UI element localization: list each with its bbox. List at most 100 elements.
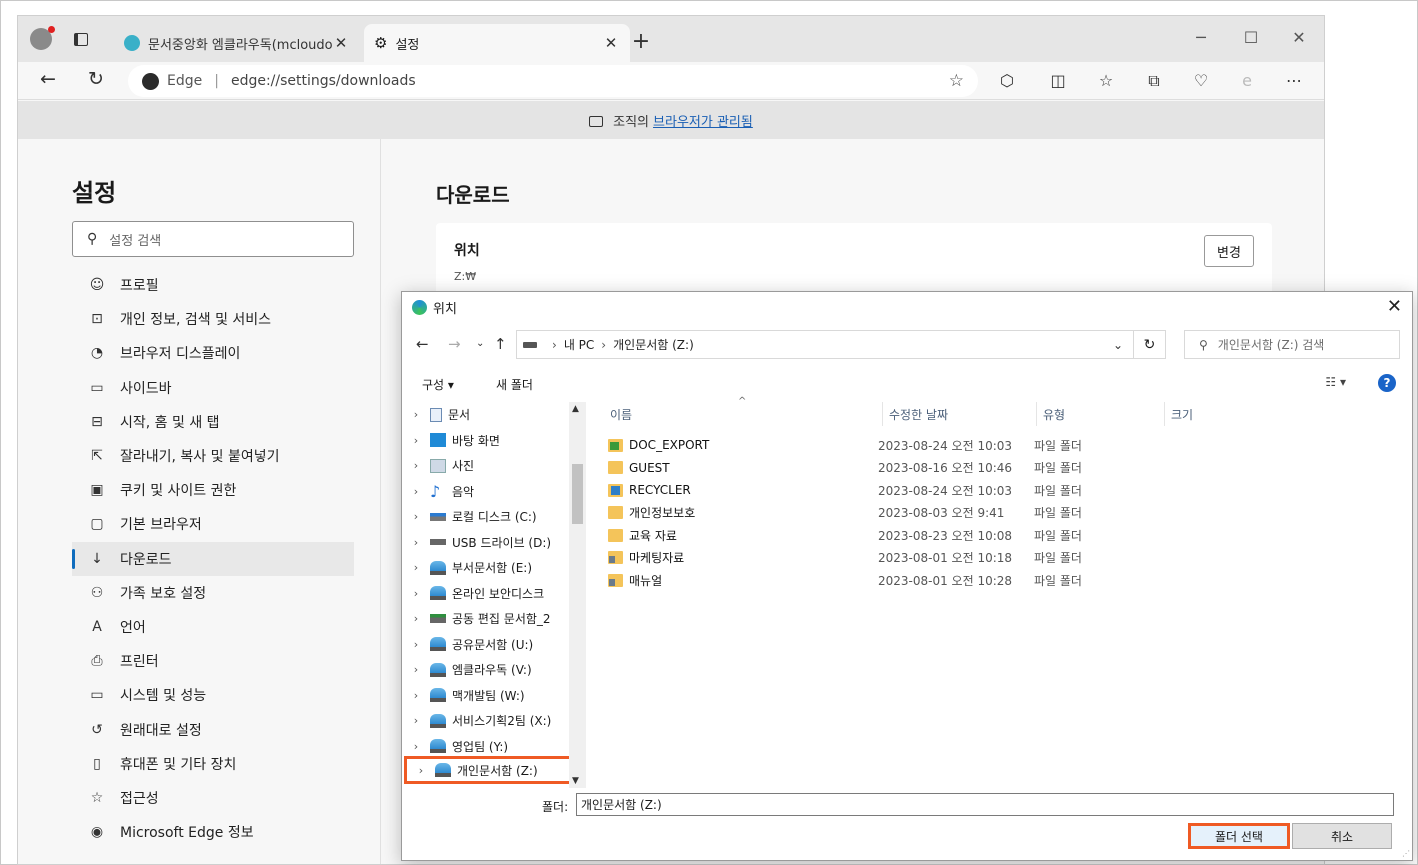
chevron-right-icon[interactable]: ›: [402, 459, 430, 472]
close-window-icon[interactable]: ✕: [1284, 28, 1314, 47]
tree-item[interactable]: › 서비스기획2팀 (X:): [402, 708, 572, 734]
file-row[interactable]: 마케팅자료 2023-08-01 오전 10:18 파일 폴더: [608, 547, 1168, 570]
sidebar-item-system[interactable]: ▭ 시스템 및 성능: [72, 678, 354, 712]
collections-icon[interactable]: ⧉: [1143, 71, 1165, 91]
chevron-right-icon[interactable]: ›: [402, 485, 430, 498]
ie-mode-icon[interactable]: e: [1236, 71, 1258, 90]
file-row[interactable]: 교육 자료 2023-08-23 오전 10:08 파일 폴더: [608, 524, 1168, 547]
sidebar-item-reset[interactable]: ↺ 원래대로 설정: [72, 712, 354, 746]
chevron-right-icon[interactable]: ›: [402, 434, 430, 447]
close-tab-icon[interactable]: ✕: [602, 34, 620, 52]
extensions-icon[interactable]: ⬡: [996, 71, 1018, 90]
column-header-size[interactable]: 크기: [1164, 402, 1193, 426]
chevron-right-icon[interactable]: ›: [402, 561, 430, 574]
scroll-down-icon[interactable]: ▼: [572, 776, 579, 786]
dialog-close-icon[interactable]: ✕: [1387, 296, 1402, 317]
scroll-thumb[interactable]: [572, 464, 583, 524]
chevron-right-icon[interactable]: ›: [402, 408, 430, 421]
new-tab-button[interactable]: +: [628, 29, 654, 54]
close-tab-icon[interactable]: ✕: [332, 34, 350, 52]
tree-item[interactable]: › 사진: [402, 453, 572, 479]
sidebar-item-palette[interactable]: ◔ 브라우저 디스플레이: [72, 336, 354, 370]
back-arrow-icon[interactable]: ←: [416, 335, 429, 353]
help-icon[interactable]: ?: [1378, 374, 1396, 392]
sidebar-item-profile[interactable]: ☺ 프로필: [72, 268, 354, 302]
chevron-right-icon[interactable]: ›: [407, 764, 435, 777]
tab-settings[interactable]: ⚙ 설정 ✕: [364, 24, 630, 62]
cancel-button[interactable]: 취소: [1292, 823, 1392, 849]
profile-avatar-icon[interactable]: [30, 26, 55, 50]
tree-scrollbar[interactable]: ▲ ▼: [569, 402, 586, 788]
chevron-right-icon[interactable]: ›: [402, 638, 430, 651]
chevron-right-icon[interactable]: ›: [402, 740, 430, 753]
tree-item[interactable]: › USB 드라이브 (D:): [402, 530, 572, 556]
sidebar-item-share[interactable]: ⇱ 잘라내기, 복사 및 붙여넣기: [72, 439, 354, 473]
column-header-name[interactable]: 이름: [610, 402, 632, 426]
tab-mcloudoc[interactable]: 문서중앙화 엠클라우독(mcloudo ✕: [114, 24, 360, 62]
file-row[interactable]: DOC_EXPORT 2023-08-24 오전 10:03 파일 폴더: [608, 434, 1168, 457]
tree-item[interactable]: › 맥개발팀 (W:): [402, 683, 572, 709]
resize-grip-icon[interactable]: ⋰: [1402, 849, 1410, 858]
tree-item[interactable]: › 공동 편집 문서함_2: [402, 606, 572, 632]
tree-item[interactable]: › 바탕 화면: [402, 428, 572, 454]
chevron-right-icon[interactable]: ›: [402, 663, 430, 676]
refresh-button[interactable]: ↻: [1134, 330, 1166, 359]
new-folder-button[interactable]: 새 폴더: [496, 376, 533, 393]
sidebar-item-edge[interactable]: ◉ Microsoft Edge 정보: [72, 815, 354, 849]
recent-dropdown-icon[interactable]: ⌄: [476, 338, 484, 349]
view-options-icon[interactable]: ☷ ▾: [1325, 375, 1346, 389]
settings-search-input[interactable]: ⚲ 설정 검색: [72, 221, 354, 257]
folder-input[interactable]: 개인문서함 (Z:): [576, 793, 1394, 816]
sidebar-item-home[interactable]: ⊟ 시작, 홈 및 새 탭: [72, 405, 354, 439]
file-row[interactable]: 매뉴얼 2023-08-01 오전 10:28 파일 폴더: [608, 569, 1168, 592]
minimize-icon[interactable]: ─: [1186, 28, 1216, 47]
column-header-date[interactable]: 수정한 날짜: [882, 402, 948, 426]
change-button[interactable]: 변경: [1204, 235, 1254, 267]
sidebar-item-family[interactable]: ⚇ 가족 보호 설정: [72, 576, 354, 610]
chevron-right-icon[interactable]: ›: [402, 612, 430, 625]
managed-link[interactable]: 브라우저가 관리됨: [653, 111, 753, 130]
refresh-icon[interactable]: ↻: [83, 68, 109, 90]
tree-item[interactable]: › 온라인 보안디스크: [402, 581, 572, 607]
tree-item[interactable]: › 개인문서함 (Z:): [404, 756, 574, 784]
scroll-up-icon[interactable]: ▲: [572, 404, 579, 414]
sidebar-item-download[interactable]: ↓ 다운로드: [72, 541, 354, 576]
favorite-star-icon[interactable]: ☆: [949, 71, 964, 91]
more-menu-icon[interactable]: ⋯: [1283, 71, 1305, 90]
organize-button[interactable]: 구성 ▾: [422, 376, 454, 393]
sidebar-item-sidebar[interactable]: ▭ 사이드바: [72, 371, 354, 405]
tree-item[interactable]: › 부서문서함 (E:): [402, 555, 572, 581]
breadcrumb[interactable]: › 내 PC › 개인문서함 (Z:) ⌄: [516, 330, 1134, 359]
chevron-right-icon[interactable]: ›: [402, 689, 430, 702]
tree-item[interactable]: › 문서: [402, 402, 572, 428]
performance-icon[interactable]: ♡: [1190, 71, 1212, 90]
favorites-icon[interactable]: ☆: [1095, 71, 1117, 90]
file-row[interactable]: GUEST 2023-08-16 오전 10:46 파일 폴더: [608, 457, 1168, 480]
sidebar-item-phone[interactable]: ▯ 휴대폰 및 기타 장치: [72, 747, 354, 781]
tree-item[interactable]: › ♪ 음악: [402, 479, 572, 505]
split-screen-icon[interactable]: ◫: [1047, 71, 1069, 90]
file-row[interactable]: RECYCLER 2023-08-24 오전 10:03 파일 폴더: [608, 479, 1168, 502]
chevron-down-icon[interactable]: ⌄: [1113, 338, 1123, 352]
sidebar-item-language[interactable]: A 언어: [72, 610, 354, 644]
address-bar[interactable]: Edge | edge://settings/downloads ☆: [128, 65, 978, 97]
sidebar-item-lock[interactable]: ⊡ 개인 정보, 검색 및 서비스: [72, 302, 354, 336]
chevron-right-icon[interactable]: ›: [402, 536, 430, 549]
maximize-icon[interactable]: ☐: [1236, 28, 1266, 47]
select-folder-button[interactable]: 폴더 선택: [1188, 823, 1290, 849]
sidebar-item-cookie[interactable]: ▣ 쿠키 및 사이트 권한: [72, 473, 354, 507]
forward-arrow-icon[interactable]: →: [448, 335, 461, 353]
sidebar-item-printer[interactable]: ⎙ 프린터: [72, 644, 354, 678]
sidebar-item-accessibility[interactable]: ☆ 접근성: [72, 781, 354, 815]
tree-item[interactable]: › 로컬 디스크 (C:): [402, 504, 572, 530]
breadcrumb-item[interactable]: 개인문서함 (Z:): [613, 336, 694, 353]
up-arrow-icon[interactable]: ↑: [494, 335, 507, 353]
tree-item[interactable]: › 공유문서함 (U:): [402, 632, 572, 658]
file-row[interactable]: 개인정보보호 2023-08-03 오전 9:41 파일 폴더: [608, 502, 1168, 525]
sidebar-item-browser[interactable]: ▢ 기본 브라우저: [72, 507, 354, 541]
breadcrumb-item[interactable]: 내 PC: [564, 336, 594, 353]
chevron-right-icon[interactable]: ›: [402, 510, 430, 523]
chevron-right-icon[interactable]: ›: [402, 587, 430, 600]
column-header-type[interactable]: 유형: [1036, 402, 1065, 426]
tree-item[interactable]: › 엠클라우독 (V:): [402, 657, 572, 683]
